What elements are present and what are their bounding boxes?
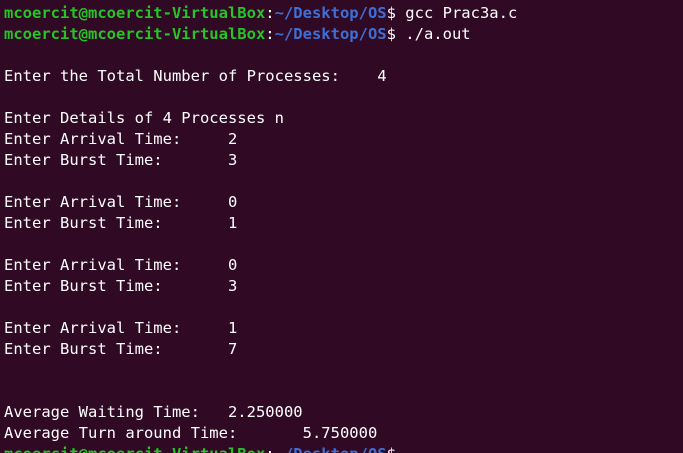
prompt-user-host: mcoercit@mcoercit-VirtualBox	[4, 445, 265, 453]
command-text: ./a.out	[395, 25, 471, 43]
output-line: Average Turn around Time: 5.750000	[4, 424, 378, 442]
output-line: Enter Burst Time: 1	[4, 214, 238, 232]
output-line: Enter the Total Number of Processes: 4	[4, 67, 387, 85]
prompt-symbol: $	[386, 25, 396, 43]
prompt-path: ~/Desktop/OS	[274, 4, 387, 22]
command-text: gcc Prac3a.c	[395, 4, 518, 22]
output-line: Average Waiting Time: 2.250000	[4, 403, 303, 421]
output-line: Enter Arrival Time: 0	[4, 193, 238, 211]
prompt-symbol: $	[387, 445, 396, 453]
prompt-user-host: mcoercit@mcoercit-VirtualBox	[4, 4, 266, 22]
output-line: Enter Details of 4 Processes n	[4, 109, 284, 127]
prompt-path: ~/Desktop/OS	[274, 25, 387, 43]
command-line-1: mcoercit@mcoercit-VirtualBox:~/Desktop/O…	[4, 3, 517, 24]
command-line-3: mcoercit@mcoercit-VirtualBox:~/Desktop/O…	[4, 444, 517, 453]
prompt-user-host: mcoercit@mcoercit-VirtualBox	[4, 25, 266, 43]
output-line: Enter Burst Time: 7	[4, 340, 238, 358]
prompt-separator: :	[265, 445, 274, 453]
output-line: Enter Arrival Time: 1	[4, 319, 238, 337]
output-line: Enter Arrival Time: 2	[4, 130, 238, 148]
command-line-2: mcoercit@mcoercit-VirtualBox:~/Desktop/O…	[4, 24, 517, 45]
output-line: Enter Burst Time: 3	[4, 151, 238, 169]
output-line: Enter Arrival Time: 0	[4, 256, 238, 274]
prompt-separator: :	[265, 25, 275, 43]
prompt-symbol: $	[386, 4, 396, 22]
output-line: Enter Burst Time: 3	[4, 277, 238, 295]
terminal-output: mcoercit@mcoercit-VirtualBox:~/Desktop/O…	[4, 3, 517, 453]
prompt-path: ~/Desktop/OS	[275, 445, 387, 453]
terminal-window[interactable]: mcoercit@mcoercit-VirtualBox:~/Desktop/O…	[0, 0, 683, 453]
prompt-separator: :	[265, 4, 275, 22]
